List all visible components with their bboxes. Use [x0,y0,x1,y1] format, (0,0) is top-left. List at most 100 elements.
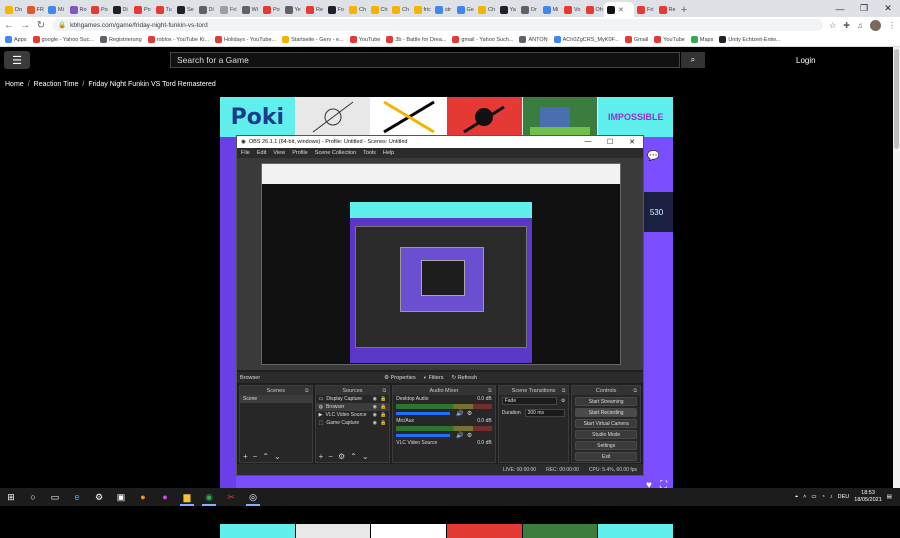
address-bar[interactable]: 🔒 kbhgames.com/game/friday-night-funkin-… [52,19,824,31]
obs-menu-item[interactable]: Help [383,150,394,156]
up-arrow-icon[interactable]: ˄ [803,494,806,500]
network-icon[interactable]: ◔ [822,494,825,500]
bookmark-item[interactable]: ACh0ZgCRS_MyK0F... [553,36,619,43]
settings-button[interactable]: Settings [575,441,637,450]
obs-menu-item[interactable]: Edit [257,150,266,156]
minimize-icon[interactable]: — [577,138,599,146]
visibility-icon[interactable]: ◉ [373,420,377,426]
edge-icon[interactable]: e [66,488,88,506]
reload-icon[interactable]: ↻ [36,20,46,31]
bookmark-item[interactable]: Gmail [624,36,648,43]
browser-tab[interactable]: Re [656,2,678,17]
login-link[interactable]: Login [796,56,816,65]
browser-tab[interactable]: Oh [583,2,605,17]
snip-icon[interactable]: ✂ [220,488,242,506]
bookmark-item[interactable]: Startseite - Gerv - e... [282,36,344,43]
volume-icon[interactable]: ♪ [830,494,833,500]
browser-tab[interactable]: FR [24,2,46,17]
browser-tab[interactable]: Ge [454,2,476,17]
bookmark-item[interactable]: gmail - Yahoo Such... [452,36,513,43]
up-icon[interactable]: ⌃ [350,452,357,461]
media-icon[interactable]: ♫ [857,21,863,30]
browser-tab[interactable]: Dr [518,2,540,17]
bookmark-item[interactable]: Holidays - YouTube... [215,36,276,43]
minimize-icon[interactable]: — [828,0,852,17]
bookmark-item[interactable]: google - Yahoo Suc... [32,36,94,43]
source-item[interactable]: ▭ Display Capture ◉ 🔒 [316,395,390,403]
add-icon[interactable]: + [319,452,324,461]
bookmark-item[interactable]: YouTube [654,36,685,43]
browser-tab[interactable]: Wi [239,2,261,17]
browser-tab[interactable]: Ch [475,2,497,17]
start-streaming-button[interactable]: Start Streaming [575,397,637,406]
visibility-icon[interactable]: ◉ [373,404,377,410]
game-thumb[interactable] [447,97,522,137]
start-virtual-camera-button[interactable]: Start Virtual Camera [575,419,637,428]
filters-button[interactable]: ◐ Filters [424,375,444,381]
volume-slider[interactable] [396,412,451,415]
transition-select[interactable]: Fade [501,397,557,405]
maximize-icon[interactable]: ☐ [599,138,621,146]
bookmark-item[interactable]: YouTube [349,36,380,43]
down-icon[interactable]: ⌄ [362,452,369,461]
bookmark-item[interactable]: Maps [690,36,713,43]
browser-tab[interactable]: Ch [389,2,411,17]
clock[interactable]: 18:53 18/05/2021 [854,490,882,504]
browser-tab[interactable]: Ya [497,2,519,17]
settings-icon[interactable]: ⚙ [88,488,110,506]
browser-tab[interactable]: Vo [561,2,583,17]
obs-icon[interactable]: ◎ [242,488,264,506]
lock-icon[interactable]: 🔒 [380,396,386,402]
menu-icon[interactable]: ⋮ [888,21,896,30]
speaker-icon[interactable]: 🔊 [456,432,463,439]
task-view-icon[interactable]: ▭ [44,488,66,506]
crumb-category[interactable]: Reaction Time [34,81,79,88]
volume-slider[interactable] [396,434,451,437]
add-icon[interactable]: + [243,452,248,461]
source-item[interactable]: ▶ VLC Video Source ◉ 🔒 [316,411,390,419]
impossible-thumb[interactable]: IMPOSSIBLE [598,97,674,137]
extensions-icon[interactable]: ✚ [843,21,850,30]
game-thumb[interactable] [295,97,371,137]
bitcoin-icon[interactable]: ● [132,488,154,506]
obs-menu-item[interactable]: Tools [363,150,376,156]
duration-input[interactable]: 300 ms [524,409,566,417]
browser-tab[interactable]: Mi [45,2,67,17]
obs-menu-item[interactable]: File [241,150,250,156]
forward-icon[interactable]: → [20,20,30,31]
game-search-input[interactable]: Search for a Game [170,52,680,68]
search-icon[interactable]: ⌕ [681,52,705,68]
up-icon[interactable]: ⌃ [262,452,269,461]
obs-preview[interactable] [237,158,643,370]
hamburger-menu-button[interactable]: ☰ [4,51,30,69]
terminal-icon[interactable]: ▣ [110,488,132,506]
file-explorer-icon[interactable]: ▆ [176,488,198,506]
speaker-icon[interactable]: 🔊 [456,410,463,417]
search-icon[interactable]: ○ [22,488,44,506]
remove-icon[interactable]: − [253,452,258,461]
start-icon[interactable]: ⊞ [0,488,22,506]
browser-tab[interactable]: Fri [217,2,239,17]
browser-tab[interactable]: Ro [67,2,89,17]
browser-tab[interactable]: fric [411,2,433,17]
studio-mode-button[interactable]: Studio Mode [575,430,637,439]
browser-tab[interactable]: Po [260,2,282,17]
start-recording-button[interactable]: Start Recording [575,408,637,417]
avatar[interactable] [870,19,881,31]
browser-tab[interactable]: Ch [346,2,368,17]
down-icon[interactable]: ⌄ [274,452,281,461]
remove-icon[interactable]: − [328,452,333,461]
source-item[interactable]: ◍ Browser ◉ 🔒 [315,403,390,411]
lock-icon[interactable]: 🔒 [380,412,386,418]
browser-tab[interactable]: Ch [368,2,390,17]
browser-tab[interactable]: Do [2,2,24,17]
browser-tab[interactable]: Ye [282,2,304,17]
visibility-icon[interactable]: ◉ [373,396,377,402]
obs-menu-item[interactable]: View [273,150,285,156]
bookmark-item[interactable]: Registrierung [99,36,142,43]
close-icon[interactable]: ✕ [621,138,643,146]
close-tab-icon[interactable]: ✕ [618,6,624,14]
obs-menu-item[interactable]: Profile [292,150,308,156]
page-scrollbar[interactable] [893,47,900,488]
gear-icon[interactable]: ⚙ [467,432,472,439]
